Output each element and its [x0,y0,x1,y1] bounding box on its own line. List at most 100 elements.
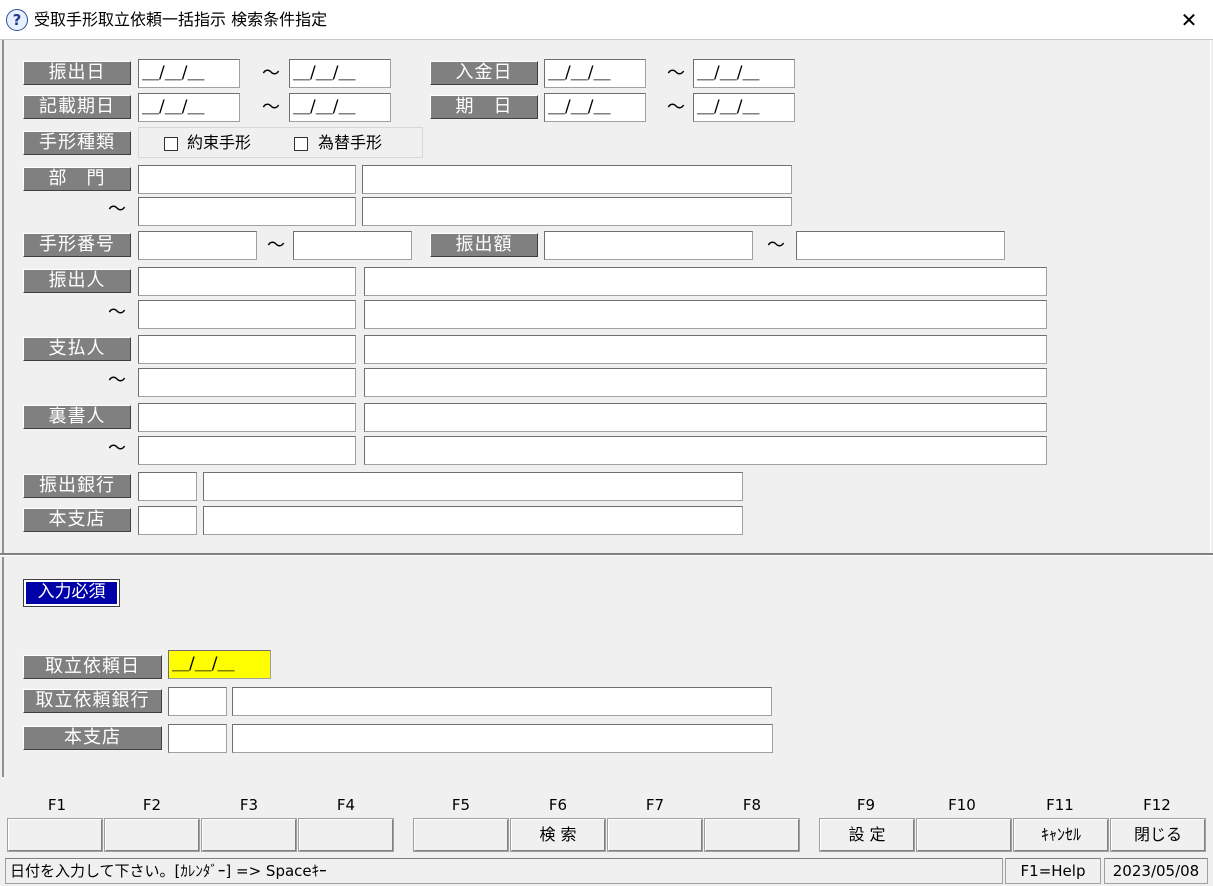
status-date: 2023/05/08 [1104,858,1208,884]
furidashi-ginko-code-input[interactable] [138,472,197,501]
title-bar: ? 受取手形取立依頼一括指示 検索条件指定 ✕ [0,0,1213,40]
toritate-irai-ginko-code-input[interactable] [168,687,227,716]
tegata-bango-from-input[interactable] [138,231,257,260]
f2-button[interactable] [104,818,200,852]
bumon-from-name-field [362,165,792,194]
bumon-to-code-input[interactable] [138,197,356,226]
label-furidashi-nin: 振出人 [23,269,131,293]
fkey-label-f7: F7 [645,796,665,814]
uragaki-nin-from-name-field [364,403,1047,432]
range-tilde: 〜 [667,97,685,118]
kisai-kijitsu-to-input[interactable]: ＿/＿/＿ [289,93,391,122]
label-toritate-irai-bi: 取立依頼日 [23,655,162,679]
fkey-label-f8: F8 [742,796,762,814]
honshiten-name-field [203,506,743,535]
f7-button[interactable] [607,818,703,852]
fkey-label-f2: F2 [142,796,162,814]
kisai-kijitsu-from-input[interactable]: ＿/＿/＿ [138,93,240,122]
fkey-label-f1: F1 [47,796,67,814]
nyukin-bi-to-input[interactable]: ＿/＿/＿ [693,59,795,88]
fkey-label-f12: F12 [1143,796,1171,814]
range-tilde: 〜 [108,302,126,323]
furidashi-gaku-from-input[interactable] [544,231,753,260]
fkey-label-f4: F4 [336,796,356,814]
irai-honshiten-name-field [232,724,773,753]
furidashi-bi-to-input[interactable]: ＿/＿/＿ [289,59,391,88]
f3-button[interactable] [201,818,297,852]
status-help: F1=Help [1005,858,1101,884]
label-toritate-irai-ginko: 取立依頼銀行 [23,689,162,713]
range-tilde: 〜 [262,97,280,118]
window-title: 受取手形取立依頼一括指示 検索条件指定 [34,10,328,29]
range-tilde: 〜 [262,63,280,84]
label-kisai-kijitsu: 記載期日 [23,95,131,119]
status-message: 日付を入力して下さい。[ｶﾚﾝﾀﾞｰ] => Spaceｷｰ [5,858,1003,884]
furidashi-nin-from-name-field [364,267,1047,296]
furidashi-nin-to-name-field [364,300,1047,329]
close-window-button[interactable]: 閉じる [1110,818,1206,852]
close-button[interactable]: ✕ [1170,5,1208,35]
label-kijitsu: 期 日 [430,95,538,119]
irai-honshiten-code-input[interactable] [168,724,227,753]
label-nyukin-bi: 入金日 [430,61,538,85]
label-furidashi-gaku: 振出額 [430,233,538,257]
fkey-label-f5: F5 [451,796,471,814]
settings-button[interactable]: 設 定 [819,818,915,852]
furidashi-nin-from-code-input[interactable] [138,267,356,296]
fkey-label-f11: F11 [1046,796,1074,814]
range-tilde: 〜 [108,199,126,220]
range-tilde: 〜 [267,235,285,256]
bumon-from-code-input[interactable] [138,165,356,194]
yakusoku-tegata-checkbox[interactable] [164,137,178,151]
toritate-irai-bi-input[interactable]: ＿/＿/＿ [168,650,271,679]
yakusoku-tegata-label: 約束手形 [187,133,252,152]
kawase-tegata-checkbox[interactable] [294,137,308,151]
required-badge: 入力必須 [23,579,120,607]
uragaki-nin-from-code-input[interactable] [138,403,356,432]
furidashi-gaku-to-input[interactable] [796,231,1005,260]
fkey-label-f10: F10 [948,796,976,814]
fkey-label-f3: F3 [239,796,259,814]
label-furidashi-bi: 振出日 [23,61,131,85]
bumon-to-name-field [362,197,792,226]
shiharai-nin-from-name-field [364,335,1047,364]
f4-button[interactable] [298,818,394,852]
f8-button[interactable] [704,818,800,852]
label-honshiten-2: 本支店 [23,726,162,750]
label-bumon: 部 門 [23,167,131,191]
nyukin-bi-from-input[interactable]: ＿/＿/＿ [544,59,646,88]
kawase-tegata-label: 為替手形 [318,133,383,152]
toritate-irai-ginko-name-field [232,687,772,716]
cancel-button[interactable]: ｷｬﾝｾﾙ [1013,818,1109,852]
shiharai-nin-from-code-input[interactable] [138,335,356,364]
panel-separator [0,553,1213,556]
range-tilde: 〜 [108,370,126,391]
f10-button[interactable] [916,818,1012,852]
uragaki-nin-to-name-field [364,436,1047,465]
kijitsu-from-input[interactable]: ＿/＿/＿ [544,93,646,122]
furidashi-nin-to-code-input[interactable] [138,300,356,329]
kijitsu-to-input[interactable]: ＿/＿/＿ [693,93,795,122]
furidashi-ginko-name-field [203,472,743,501]
label-furidashi-ginko: 振出銀行 [23,474,131,498]
f5-button[interactable] [413,818,509,852]
label-tegata-shurui: 手形種類 [23,131,131,155]
label-tegata-bango: 手形番号 [23,233,131,257]
range-tilde: 〜 [767,235,785,256]
furidashi-bi-from-input[interactable]: ＿/＿/＿ [138,59,240,88]
fkey-label-f9: F9 [856,796,876,814]
shiharai-nin-to-code-input[interactable] [138,368,356,397]
shiharai-nin-to-name-field [364,368,1047,397]
search-button[interactable]: 検 索 [510,818,606,852]
label-honshiten: 本支店 [23,508,131,532]
honshiten-code-input[interactable] [138,506,197,535]
help-icon: ? [6,9,28,31]
label-shiharai-nin: 支払人 [23,337,131,361]
label-uragaki-nin: 裏書人 [23,405,131,429]
range-tilde: 〜 [108,438,126,459]
tegata-bango-to-input[interactable] [293,231,412,260]
range-tilde: 〜 [667,63,685,84]
fkey-label-f6: F6 [548,796,568,814]
f1-button[interactable] [7,818,103,852]
uragaki-nin-to-code-input[interactable] [138,436,356,465]
